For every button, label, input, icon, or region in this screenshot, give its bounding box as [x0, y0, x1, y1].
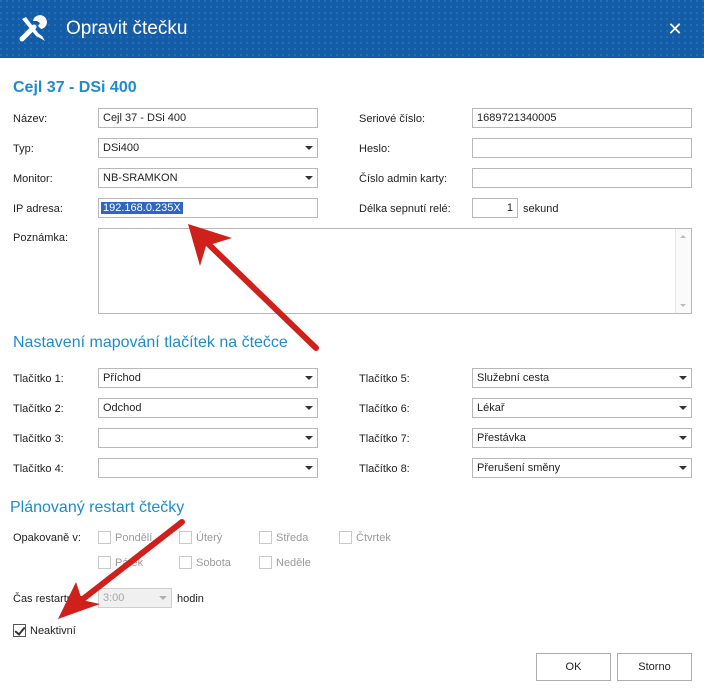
time-label: Čas restartu v:	[13, 593, 85, 605]
admin-card-label: Číslo admin karty:	[359, 173, 448, 185]
day-checkbox-saturday[interactable]	[179, 556, 192, 569]
button7-value: Přestávka	[477, 432, 526, 444]
button2-select[interactable]: Odchod	[98, 398, 318, 418]
ip-input-value: 192.168.0.235X	[101, 202, 183, 214]
chevron-down-icon	[159, 596, 167, 600]
chevron-down-icon	[305, 466, 313, 470]
monitor-label: Monitor:	[13, 173, 53, 185]
day-label-wednesday: Středa	[276, 532, 309, 544]
day-checkbox-wednesday[interactable]	[259, 531, 272, 544]
chevron-down-icon	[679, 376, 687, 380]
day-checkbox-sunday[interactable]	[259, 556, 272, 569]
button6-value: Lékař	[477, 402, 505, 414]
button7-label: Tlačítko 7:	[359, 433, 410, 445]
button4-select[interactable]	[98, 458, 318, 478]
chevron-down-icon	[679, 406, 687, 410]
day-label-sunday: Neděle	[276, 557, 311, 569]
scroll-down-icon	[680, 304, 686, 307]
type-select[interactable]: DSi400	[98, 138, 318, 158]
repeat-label: Opakovaně v:	[13, 532, 81, 544]
button3-label: Tlačítko 3:	[13, 433, 64, 445]
button7-select[interactable]: Přestávka	[472, 428, 692, 448]
type-select-value: DSi400	[103, 142, 140, 154]
chevron-down-icon	[305, 406, 313, 410]
button1-select[interactable]: Příchod	[98, 368, 318, 388]
type-label: Typ:	[13, 143, 34, 155]
button6-label: Tlačítko 6:	[359, 403, 410, 415]
day-label-friday: Pátek	[115, 557, 144, 569]
day-label-tuesday: Úterý	[196, 532, 223, 544]
day-checkbox-friday[interactable]	[98, 556, 111, 569]
ip-input[interactable]: 192.168.0.235X	[98, 198, 318, 218]
ok-button[interactable]: OK	[536, 653, 611, 681]
inactive-label: Neaktivní	[30, 625, 76, 637]
time-select[interactable]: 3:00	[98, 588, 172, 608]
chevron-down-icon	[679, 436, 687, 440]
button5-value: Služební cesta	[477, 372, 550, 384]
close-icon[interactable]: ✕	[666, 20, 684, 38]
time-value: 3:00	[103, 592, 125, 604]
note-textarea[interactable]	[98, 228, 692, 314]
serial-input[interactable]: 1689721340005	[472, 108, 692, 128]
chevron-down-icon	[305, 376, 313, 380]
name-input[interactable]: Cejl 37 - DSi 400	[98, 108, 318, 128]
dialog-titlebar: Opravit čtečku ✕	[0, 0, 704, 58]
button1-label: Tlačítko 1:	[13, 373, 64, 385]
password-input[interactable]	[472, 138, 692, 158]
chevron-down-icon	[305, 146, 313, 150]
note-label: Poznámka:	[13, 232, 69, 244]
day-checkbox-tuesday[interactable]	[179, 531, 192, 544]
button6-select[interactable]: Lékař	[472, 398, 692, 418]
password-label: Heslo:	[359, 143, 391, 155]
button1-value: Příchod	[103, 372, 141, 384]
scroll-up-icon	[680, 235, 686, 238]
button2-label: Tlačítko 2:	[13, 403, 64, 415]
wrench-screwdriver-icon	[19, 15, 47, 42]
name-label: Název:	[13, 113, 48, 125]
monitor-select-value: NB-SRAMKON	[103, 172, 178, 184]
monitor-select[interactable]: NB-SRAMKON	[98, 168, 318, 188]
button8-select[interactable]: Přerušení směny	[472, 458, 692, 478]
relay-label: Délka sepnutí relé:	[359, 203, 451, 215]
day-checkbox-thursday[interactable]	[339, 531, 352, 544]
time-unit: hodin	[177, 593, 204, 605]
button3-select[interactable]	[98, 428, 318, 448]
chevron-down-icon	[305, 436, 313, 440]
day-label-thursday: Čtvrtek	[356, 532, 391, 544]
relay-unit: sekund	[523, 203, 559, 215]
button4-label: Tlačítko 4:	[13, 463, 64, 475]
mapping-heading: Nastavení mapování tlačítek na čtečce	[13, 334, 288, 351]
button8-value: Přerušení směny	[477, 462, 561, 474]
note-scrollbar[interactable]	[675, 229, 691, 313]
admin-card-input[interactable]	[472, 168, 692, 188]
chevron-down-icon	[679, 466, 687, 470]
button2-value: Odchod	[103, 402, 142, 414]
cancel-button[interactable]: Storno	[617, 653, 692, 681]
ip-label: IP adresa:	[13, 203, 63, 215]
reader-heading: Cejl 37 - DSi 400	[13, 79, 137, 96]
inactive-checkbox[interactable]	[13, 624, 26, 637]
dialog-title: Opravit čtečku	[66, 18, 188, 39]
chevron-down-icon	[305, 176, 313, 180]
button8-label: Tlačítko 8:	[359, 463, 410, 475]
serial-label: Seriové číslo:	[359, 113, 426, 125]
day-checkbox-monday[interactable]	[98, 531, 111, 544]
button5-select[interactable]: Služební cesta	[472, 368, 692, 388]
button5-label: Tlačítko 5:	[359, 373, 410, 385]
day-label-monday: Pondělí	[115, 532, 153, 544]
relay-input[interactable]: 1	[472, 198, 518, 218]
restart-heading: Plánovaný restart čtečky	[10, 499, 185, 516]
day-label-saturday: Sobota	[196, 557, 231, 569]
